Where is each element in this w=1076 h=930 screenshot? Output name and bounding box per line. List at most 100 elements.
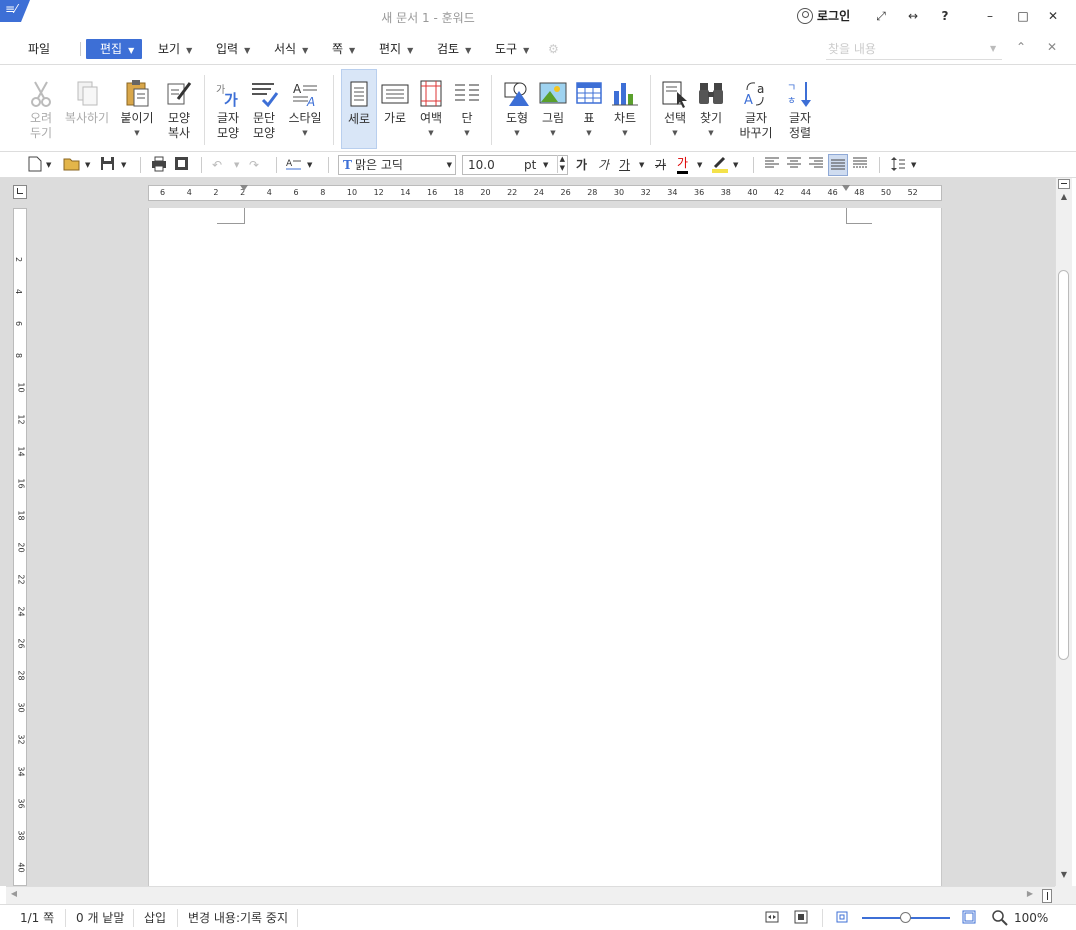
menu-view[interactable]: 보기 ▼ — [154, 39, 196, 59]
paste-button[interactable]: 붙이기 ▼ — [118, 69, 156, 149]
sort-button[interactable]: ㄱㅎ 글자 정렬 — [782, 69, 818, 149]
highlight-dropdown-icon[interactable]: ▼ — [733, 156, 738, 174]
save-dropdown-icon[interactable]: ▼ — [121, 156, 126, 174]
menu-mail[interactable]: 편지 ▼ — [375, 39, 417, 59]
preview-icon[interactable] — [174, 156, 189, 174]
style-button[interactable]: AA 스타일 ▼ — [284, 69, 326, 149]
vertical-scrollbar[interactable]: ▲ ▼ — [1055, 178, 1072, 886]
strikethrough-button[interactable]: 가 — [655, 156, 666, 174]
login-button[interactable]: 로그인 — [797, 7, 850, 24]
zoom-in-icon[interactable] — [962, 910, 976, 926]
spellcheck-dropdown-icon[interactable]: ▼ — [307, 156, 312, 174]
fit-page-icon[interactable] — [794, 910, 808, 926]
align-left-icon[interactable] — [764, 156, 780, 174]
save-icon[interactable] — [100, 156, 115, 174]
horizontal-ruler[interactable]: 6 4 2 2 4 6 8 10 12 14 16 18 20 22 24 26 28 30 32 34 36 38 40 4… — [148, 185, 942, 201]
font-color-dropdown-icon[interactable]: ▼ — [697, 156, 702, 174]
document-page[interactable] — [148, 208, 942, 886]
scroll-left-icon[interactable]: ◀ — [8, 889, 20, 901]
align-justify-icon[interactable] — [828, 154, 848, 176]
open-dropdown-icon[interactable]: ▼ — [85, 156, 90, 174]
addon-icon[interactable]: ⚙ — [544, 39, 563, 59]
right-indent-marker[interactable] — [842, 185, 850, 191]
new-dropdown-icon[interactable]: ▼ — [46, 156, 51, 174]
window-title: 새 문서 1 - 훈워드 — [381, 11, 475, 25]
scroll-right-icon[interactable]: ▶ — [1024, 889, 1036, 901]
search-dropdown-icon[interactable]: ▼ — [990, 44, 996, 53]
line-spacing-icon[interactable] — [890, 156, 906, 174]
fullscreen-icon[interactable]: ⤢ — [873, 8, 889, 24]
zoom-magnifier-icon[interactable] — [992, 910, 1008, 926]
split-view-icon[interactable]: ↔ — [905, 8, 921, 24]
h-split-handle-icon[interactable] — [1042, 889, 1052, 903]
menu-edit[interactable]: 편집 ▼ — [86, 39, 143, 59]
font-family-select[interactable]: T 맑은 고딕 ▼ — [338, 155, 456, 175]
align-distribute-icon[interactable] — [852, 156, 868, 174]
italic-button[interactable]: 가 — [598, 156, 609, 174]
page-indicator[interactable]: 1/1 쪽 — [20, 910, 54, 926]
select-button[interactable]: 선택 ▼ — [657, 69, 693, 149]
underline-dropdown-icon[interactable]: ▼ — [639, 156, 644, 174]
bold-button[interactable]: 가 — [576, 156, 587, 174]
table-button[interactable]: 표 ▼ — [572, 69, 606, 149]
size-stepper-icon[interactable]: ▲ ▼ — [556, 155, 565, 173]
close-ribbon-icon[interactable]: ✕ — [1047, 40, 1057, 54]
left-indent-marker[interactable] — [240, 185, 248, 191]
portrait-button[interactable]: 세로 — [341, 69, 377, 149]
copy-button[interactable]: 복사하기 — [62, 69, 112, 149]
line-spacing-dropdown-icon[interactable]: ▼ — [911, 156, 916, 174]
minimize-icon[interactable]: – — [982, 8, 998, 24]
vertical-scroll-thumb[interactable] — [1058, 270, 1069, 660]
cut-button[interactable]: 오려 두기 — [22, 69, 60, 149]
format-copy-button[interactable]: 모양 복사 — [160, 69, 198, 149]
picture-button[interactable]: 그림 ▼ — [536, 69, 570, 149]
menu-format[interactable]: 서식 ▼ — [270, 39, 312, 59]
chart-button[interactable]: 차트 ▼ — [607, 69, 643, 149]
para-shape-button[interactable]: 문단 모양 — [246, 69, 282, 149]
scroll-up-icon[interactable]: ▲ — [1058, 192, 1070, 206]
font-color-button[interactable]: 가 — [677, 156, 689, 174]
align-center-icon[interactable] — [786, 156, 802, 174]
insert-mode[interactable]: 삽입 — [144, 910, 166, 926]
scroll-down-icon[interactable]: ▼ — [1058, 870, 1070, 884]
zoom-out-icon[interactable] — [836, 910, 848, 926]
redo-icon[interactable]: ↷ — [249, 156, 259, 174]
open-folder-icon[interactable] — [63, 156, 81, 174]
spellcheck-icon[interactable]: A — [285, 156, 303, 174]
new-document-icon[interactable] — [28, 156, 42, 174]
undo-dropdown-icon[interactable]: ▼ — [234, 156, 239, 174]
print-icon[interactable] — [151, 156, 167, 174]
split-handle-icon[interactable] — [1058, 179, 1070, 189]
find-button[interactable]: 찾기 ▼ — [694, 69, 728, 149]
maximize-icon[interactable]: □ — [1015, 8, 1031, 24]
underline-button[interactable]: 가 — [619, 156, 630, 174]
track-changes-status[interactable]: 변경 내용:기록 중지 — [188, 910, 288, 926]
vertical-ruler[interactable]: 2 4 6 8 10 12 14 16 18 20 22 24 26 28 30 32 34 36 38 40 — [13, 208, 27, 886]
word-count[interactable]: 0 개 낱말 — [76, 910, 124, 926]
help-icon[interactable]: ? — [937, 8, 953, 24]
char-shape-button[interactable]: 가가 글자 모양 — [210, 69, 246, 149]
search-input[interactable]: 찾을 내용 — [826, 38, 1002, 60]
column-button[interactable]: 단 ▼ — [450, 69, 484, 149]
horizontal-scrollbar[interactable]: ◀ ▶ — [6, 886, 1055, 904]
highlight-icon[interactable] — [711, 156, 729, 174]
zoom-slider-thumb[interactable] — [900, 912, 911, 923]
menu-file[interactable]: 파일 — [24, 39, 54, 59]
close-icon[interactable]: ✕ — [1045, 8, 1061, 24]
menu-page[interactable]: 쪽 ▼ — [328, 39, 359, 59]
menu-insert[interactable]: 입력 ▼ — [212, 39, 254, 59]
fit-width-icon[interactable] — [765, 910, 779, 926]
menu-review[interactable]: 검토 ▼ — [433, 39, 475, 59]
margin-button[interactable]: 여백 ▼ — [414, 69, 448, 149]
ruler-tab-selector[interactable] — [13, 185, 27, 199]
menu-tools[interactable]: 도구 ▼ — [491, 39, 533, 59]
undo-icon[interactable]: ↶ — [212, 156, 222, 174]
align-right-icon[interactable] — [808, 156, 824, 174]
collapse-ribbon-icon[interactable]: ⌃ — [1016, 40, 1026, 54]
shape-button[interactable]: 도형 ▼ — [499, 69, 535, 149]
portrait-page-icon — [344, 80, 374, 110]
font-size-input[interactable]: 10.0 pt ▼ ▲ ▼ — [462, 155, 568, 175]
replace-button[interactable]: Aa 글자 바꾸기 — [734, 69, 778, 149]
zoom-level[interactable]: 100% — [1014, 910, 1048, 926]
landscape-button[interactable]: 가로 — [378, 69, 412, 149]
